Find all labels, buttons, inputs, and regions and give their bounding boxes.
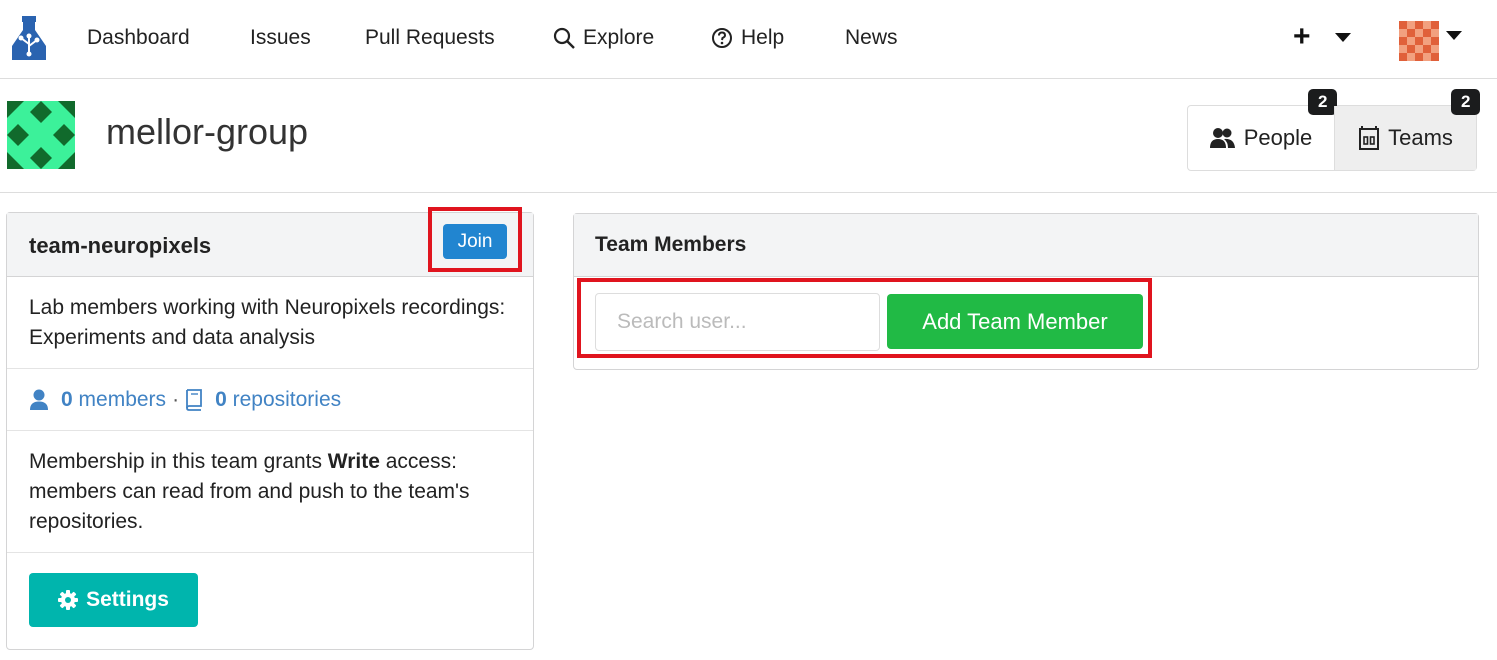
- team-stats: 0 members · 0 repositories: [7, 369, 533, 431]
- user-menu-caret-icon[interactable]: [1446, 31, 1462, 40]
- nav-help[interactable]: Help: [711, 26, 784, 50]
- create-new-button[interactable]: +: [1293, 20, 1311, 54]
- nav-explore-label: Explore: [583, 26, 655, 49]
- teams-count-badge: 2: [1451, 89, 1481, 115]
- settings-button[interactable]: Settings: [29, 573, 198, 627]
- org-tabs: People 2 Teams 2: [1187, 89, 1481, 171]
- team-name: team-neuropixels: [29, 233, 212, 258]
- team-card: team-neuropixels Join Lab members workin…: [6, 212, 534, 650]
- add-team-member-button[interactable]: Add Team Member: [887, 294, 1143, 349]
- nav-dashboard-label: Dashboard: [87, 26, 190, 49]
- tab-teams[interactable]: Teams 2: [1334, 89, 1481, 170]
- top-navbar: Dashboard Issues Pull Requests Explore H…: [0, 0, 1497, 79]
- nav-pull-requests-label: Pull Requests: [365, 26, 495, 49]
- stats-separator: ·: [172, 387, 180, 411]
- team-description: Lab members working with Neuropixels rec…: [7, 277, 533, 369]
- nav-issues-label: Issues: [250, 26, 311, 49]
- join-button[interactable]: Join: [443, 224, 507, 259]
- user-icon: [30, 389, 48, 410]
- search-user-input[interactable]: [595, 293, 880, 351]
- members-count: 0: [61, 387, 73, 411]
- members-link[interactable]: 0 members: [61, 385, 166, 415]
- user-avatar[interactable]: [1399, 21, 1439, 61]
- nav-help-label: Help: [741, 26, 785, 49]
- repositories-link[interactable]: 0 repositories: [215, 385, 341, 415]
- help-circle-icon: [712, 28, 732, 48]
- gitea-logo-icon[interactable]: [10, 16, 48, 62]
- nav-news-label: News: [845, 26, 898, 49]
- nav-explore[interactable]: Explore: [553, 26, 654, 50]
- org-header-divider: [0, 192, 1497, 193]
- members-label: members: [78, 387, 167, 411]
- team-members-card: Team Members Add Team Member: [573, 213, 1479, 370]
- team-members-title: Team Members: [595, 233, 747, 256]
- nav-news[interactable]: News: [845, 26, 898, 50]
- tab-people[interactable]: People 2: [1188, 89, 1338, 170]
- nav-issues[interactable]: Issues: [250, 26, 311, 50]
- nav-pull-requests[interactable]: Pull Requests: [365, 26, 495, 50]
- org-name: mellor-group: [106, 111, 309, 152]
- settings-label: Settings: [86, 588, 169, 611]
- repositories-label: repositories: [232, 387, 342, 411]
- gear-icon: [58, 590, 79, 610]
- team-permission: Membership in this team grants Write acc…: [7, 431, 533, 553]
- team-members-header: Team Members: [574, 214, 1478, 277]
- repo-book-icon: [186, 388, 202, 411]
- nav-dashboard[interactable]: Dashboard: [87, 26, 190, 50]
- permission-level: Write: [327, 450, 380, 473]
- team-card-header: team-neuropixels Join: [7, 213, 533, 277]
- permission-prefix: Membership in this team grants: [29, 450, 328, 473]
- teams-icon: [1359, 126, 1380, 150]
- tab-people-label: People: [1243, 125, 1313, 150]
- repositories-count: 0: [215, 387, 227, 411]
- tab-teams-label: Teams: [1388, 125, 1453, 150]
- people-icon: [1209, 128, 1235, 148]
- create-dropdown-caret-icon[interactable]: [1335, 33, 1351, 42]
- org-avatar: [7, 101, 75, 169]
- search-icon: [553, 27, 575, 49]
